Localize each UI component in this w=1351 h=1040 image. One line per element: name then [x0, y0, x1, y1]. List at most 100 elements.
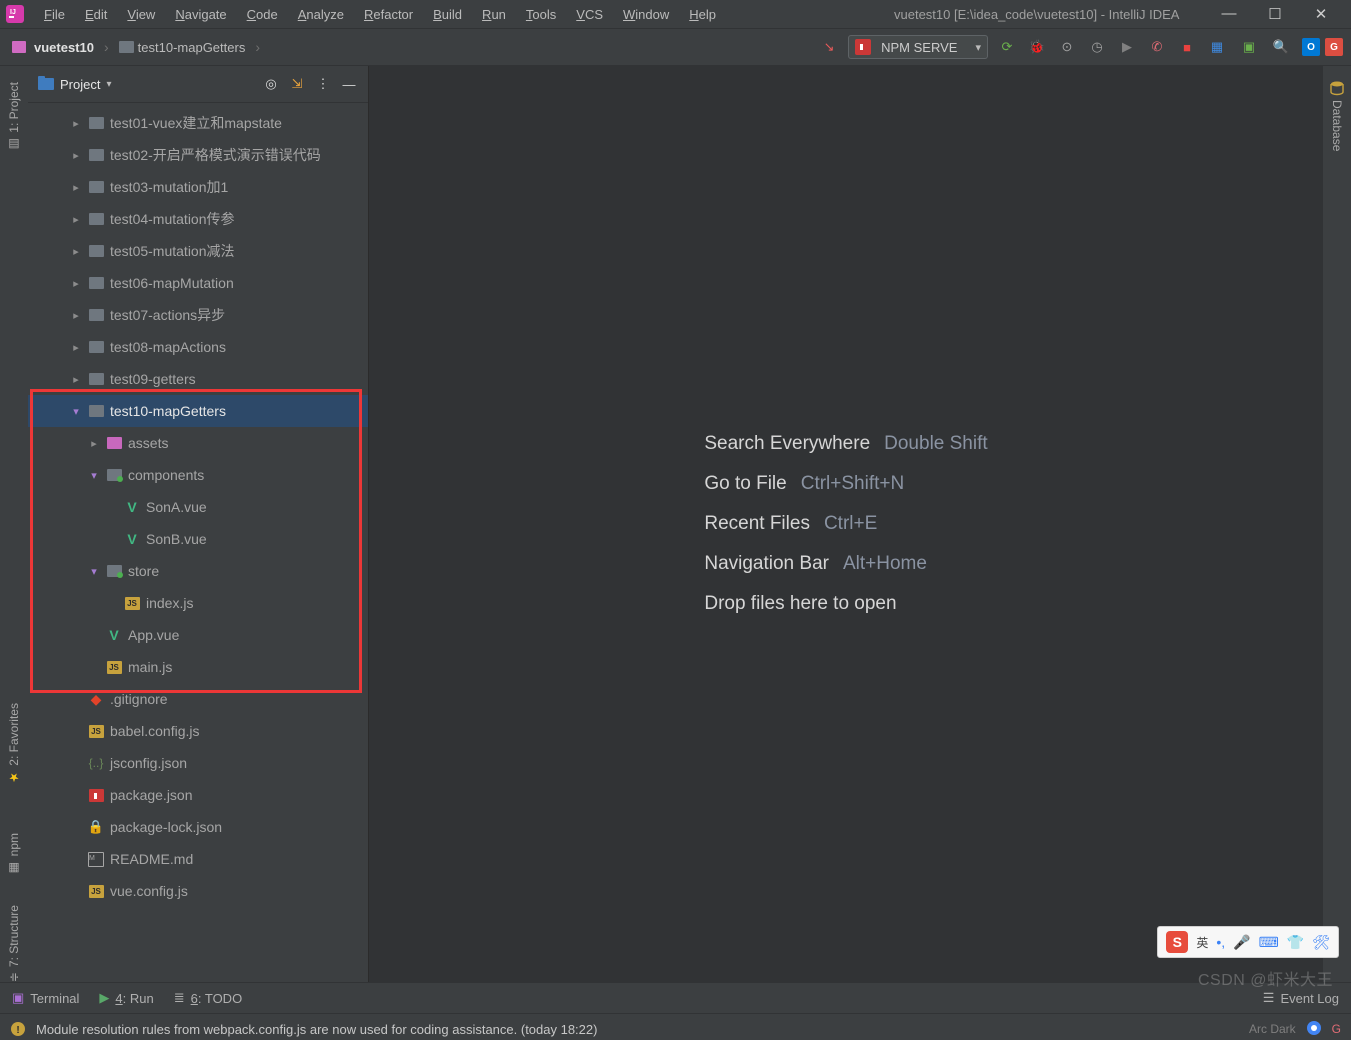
expand-arrow-icon[interactable]: ▾	[70, 405, 82, 418]
menu-refactor[interactable]: Refactor	[356, 4, 421, 25]
tree-item[interactable]: VSonB.vue	[28, 523, 368, 555]
ime-tool-icon[interactable]: 🛠	[1312, 934, 1330, 951]
tab-terminal[interactable]: ▣ Terminal	[12, 990, 79, 1006]
coverage-icon[interactable]: ⊙	[1056, 36, 1078, 58]
tree-item[interactable]: ▸test04-mutation传参	[28, 203, 368, 235]
tab-database[interactable]: Database	[1330, 100, 1344, 151]
chrome-icon[interactable]	[1306, 1020, 1322, 1039]
tree-item[interactable]: ▾components	[28, 459, 368, 491]
tree-item[interactable]: VSonA.vue	[28, 491, 368, 523]
menu-vcs[interactable]: VCS	[568, 4, 611, 25]
collapse-icon[interactable]: ⇲	[288, 75, 306, 93]
ime-keyboard-icon[interactable]: ⌨	[1259, 934, 1279, 951]
expand-arrow-icon[interactable]: ▸	[70, 149, 82, 162]
expand-arrow-icon[interactable]: ▸	[70, 181, 82, 194]
tab-structure[interactable]: ≑ 7: Structure	[7, 905, 21, 982]
play-icon: ▶	[99, 990, 109, 1006]
run-config-label: NPM SERVE	[881, 40, 957, 55]
profiler-icon[interactable]: ◷	[1086, 36, 1108, 58]
target-icon[interactable]: ◎	[262, 75, 280, 93]
tree-item[interactable]: ▸test02-开启严格模式演示错误代码	[28, 139, 368, 171]
tree-item[interactable]: ▸test08-mapActions	[28, 331, 368, 363]
attach-debug-icon[interactable]: ✆	[1146, 36, 1168, 58]
ime-mic-icon[interactable]: 🎤	[1233, 934, 1250, 951]
menu-run[interactable]: Run	[474, 4, 514, 25]
menu-edit[interactable]: Edit	[77, 4, 115, 25]
google-icon[interactable]: G	[1325, 38, 1343, 56]
expand-arrow-icon[interactable]: ▸	[70, 213, 82, 226]
tree-item[interactable]: MREADME.md	[28, 843, 368, 875]
tree-item[interactable]: ▸test05-mutation减法	[28, 235, 368, 267]
play-icon[interactable]: ▶	[1116, 36, 1138, 58]
tree-item[interactable]: ▸test09-getters	[28, 363, 368, 395]
project-tree[interactable]: ▸test01-vuex建立和mapstate▸test02-开启严格模式演示错…	[28, 103, 368, 982]
tree-item[interactable]: JSindex.js	[28, 587, 368, 619]
grid-icon[interactable]: ▦	[1206, 36, 1228, 58]
tree-item[interactable]: JSvue.config.js	[28, 875, 368, 907]
menu-analyze[interactable]: Analyze	[290, 4, 352, 25]
project-view-selector[interactable]: Project ▾	[38, 76, 112, 93]
tree-item[interactable]: {..}jsconfig.json	[28, 747, 368, 779]
layout-icon[interactable]: ▣	[1238, 36, 1260, 58]
menu-navigate[interactable]: Navigate	[167, 4, 234, 25]
ime-punct-icon[interactable]: •,	[1216, 934, 1225, 950]
breadcrumb-item[interactable]: test10-mapGetters	[138, 40, 246, 55]
tree-item[interactable]: ▸test01-vuex建立和mapstate	[28, 107, 368, 139]
tab-favorites[interactable]: ★ 2: Favorites	[7, 703, 21, 785]
menu-tools[interactable]: Tools	[518, 4, 564, 25]
stop-icon[interactable]: ■	[1176, 36, 1198, 58]
run-config-combo[interactable]: NPM SERVE ▾	[848, 35, 988, 59]
expand-arrow-icon[interactable]: ▸	[70, 277, 82, 290]
settings-icon[interactable]: ⋮	[314, 75, 332, 93]
bug-icon[interactable]: 🐞	[1026, 36, 1048, 58]
tab-project[interactable]: ▤ 1: Project	[7, 82, 21, 152]
tree-item[interactable]: VApp.vue	[28, 619, 368, 651]
tree-item[interactable]: ▸assets	[28, 427, 368, 459]
expand-arrow-icon[interactable]: ▾	[88, 565, 100, 578]
tree-item[interactable]: ▸test06-mapMutation	[28, 267, 368, 299]
expand-arrow-icon[interactable]: ▸	[70, 245, 82, 258]
status-icon[interactable]: G	[1332, 1022, 1341, 1036]
tree-item[interactable]: 🔒package-lock.json	[28, 811, 368, 843]
ime-skin-icon[interactable]: 👕	[1287, 934, 1304, 951]
close-button[interactable]: ✕	[1307, 5, 1335, 23]
tree-item[interactable]: JSbabel.config.js	[28, 715, 368, 747]
tree-item[interactable]: ◆.gitignore	[28, 683, 368, 715]
menu-file[interactable]: File	[36, 4, 73, 25]
menu-help[interactable]: Help	[681, 4, 724, 25]
tab-npm[interactable]: ▦ npm	[7, 833, 21, 875]
expand-arrow-icon[interactable]: ▾	[88, 469, 100, 482]
menu-view[interactable]: View	[119, 4, 163, 25]
tree-item[interactable]: ▾test10-mapGetters	[28, 395, 368, 427]
npm-icon: ▦	[7, 861, 21, 875]
menu-code[interactable]: Code	[239, 4, 286, 25]
hint-row: Go to FileCtrl+Shift+N	[704, 473, 987, 495]
expand-arrow-icon[interactable]: ▸	[70, 341, 82, 354]
search-icon[interactable]: 🔍	[1270, 36, 1292, 58]
maximize-button[interactable]: ☐	[1261, 5, 1289, 23]
breadcrumb-root[interactable]: vuetest10	[34, 40, 94, 55]
select-run-error-icon[interactable]: ↘	[818, 36, 840, 58]
expand-arrow-icon[interactable]: ▸	[70, 309, 82, 322]
outlook-icon[interactable]: O	[1302, 38, 1320, 56]
rerun-icon[interactable]: ⟳	[996, 36, 1018, 58]
menu-build[interactable]: Build	[425, 4, 470, 25]
minimize-button[interactable]: —	[1215, 5, 1243, 23]
tree-item[interactable]: ▸test07-actions异步	[28, 299, 368, 331]
editor-area[interactable]: Search EverywhereDouble ShiftGo to FileC…	[369, 66, 1323, 982]
tree-item[interactable]: package.json	[28, 779, 368, 811]
expand-arrow-icon[interactable]: ▸	[88, 437, 100, 450]
tree-item[interactable]: JSmain.js	[28, 651, 368, 683]
tab-todo[interactable]: ≣ 6: TODO	[174, 990, 242, 1006]
expand-arrow-icon[interactable]: ▸	[70, 373, 82, 386]
tree-item[interactable]: ▾store	[28, 555, 368, 587]
tab-run[interactable]: ▶ 4: Run	[99, 990, 153, 1006]
menu-window[interactable]: Window	[615, 4, 677, 25]
expand-arrow-icon[interactable]: ▸	[70, 117, 82, 130]
minimize-panel-icon[interactable]: —	[340, 75, 358, 93]
tab-event-log[interactable]: ☰ Event Log	[1263, 990, 1339, 1006]
ime-toolbar[interactable]: S 英 •, 🎤 ⌨ 👕 🛠	[1157, 926, 1339, 958]
breadcrumb[interactable]: vuetest10 › test10-mapGetters ›	[12, 39, 266, 55]
ime-lang[interactable]: 英	[1196, 934, 1208, 951]
tree-item[interactable]: ▸test03-mutation加1	[28, 171, 368, 203]
